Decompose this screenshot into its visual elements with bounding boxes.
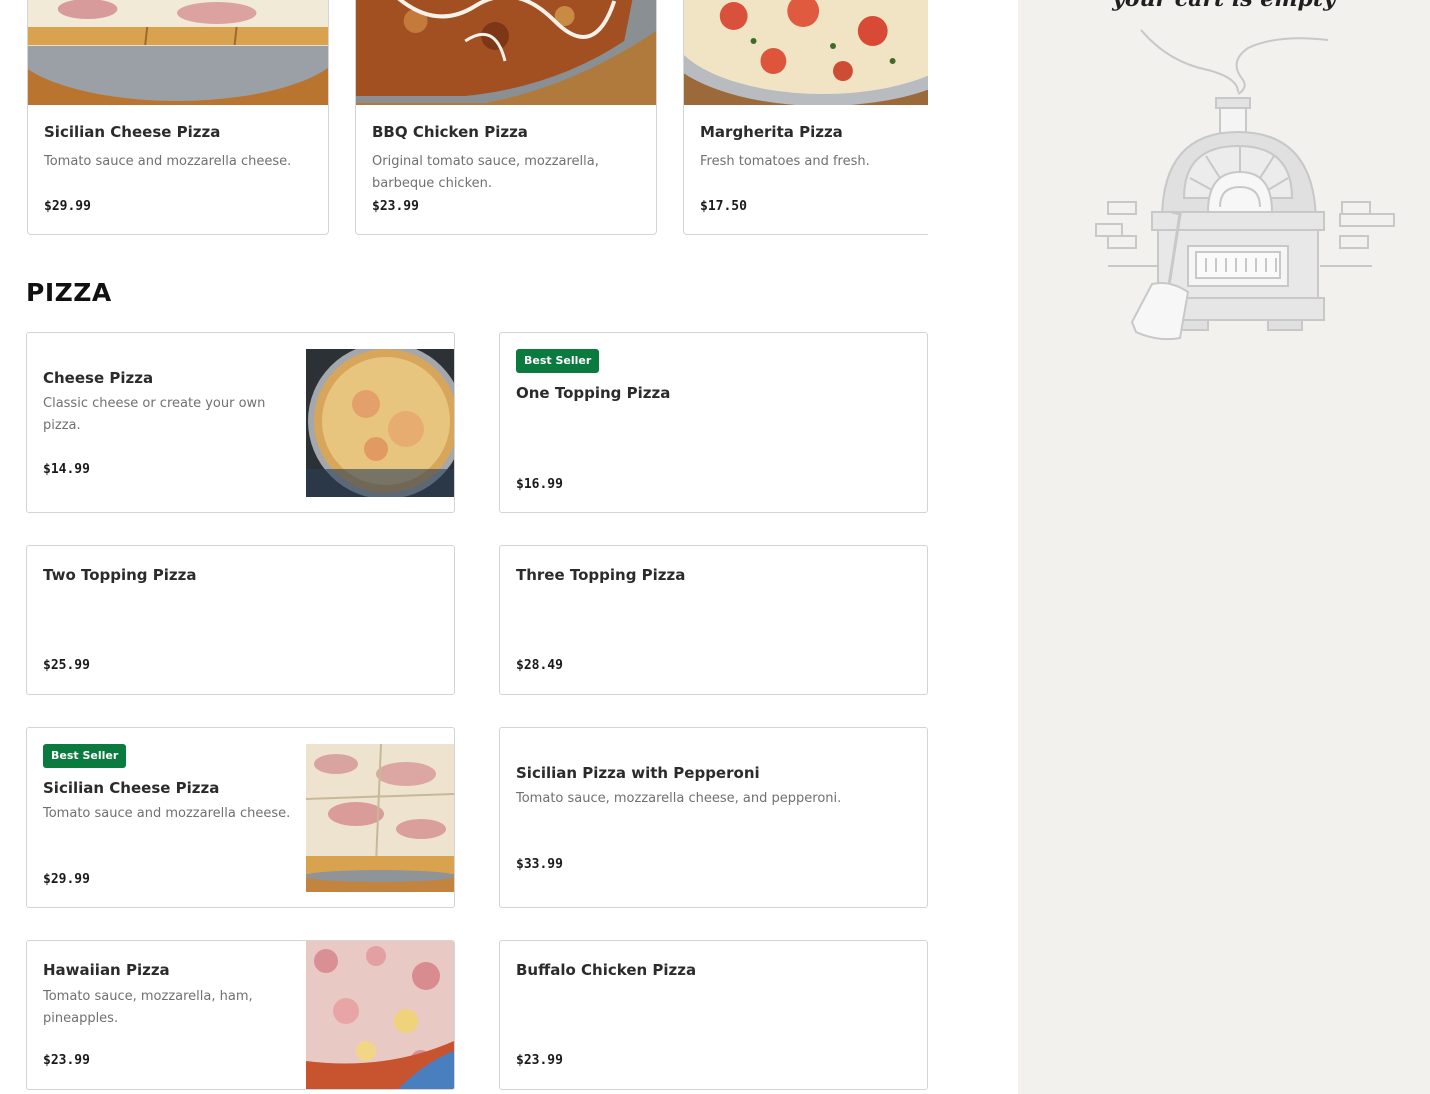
featured-carousel: Sicilian Cheese Pizza Tomato sauce and m…: [27, 0, 928, 236]
menu-item-name: Sicilian Cheese Pizza: [43, 779, 220, 797]
cart-panel: your cart is empty: [1018, 0, 1430, 1094]
menu-item-price: $28.49: [516, 658, 563, 673]
menu-item-name: Sicilian Pizza with Pepperoni: [516, 764, 760, 782]
menu-item-price: $23.99: [43, 1053, 90, 1068]
featured-item-price: $23.99: [372, 199, 419, 214]
hawaiian-pizza-photo: [306, 941, 454, 1089]
menu-item-desc: Tomato sauce, mozzarella, ham, pineapple…: [43, 989, 253, 1026]
featured-item-name: Sicilian Cheese Pizza: [44, 123, 221, 141]
featured-item-name: BBQ Chicken Pizza: [372, 123, 528, 141]
menu-item-name: Cheese Pizza: [43, 369, 154, 387]
menu-item-name: Three Topping Pizza: [516, 566, 686, 584]
menu-item-price: $29.99: [43, 872, 90, 887]
menu-item-card[interactable]: Sicilian Pizza with Pepperoni Tomato sau…: [499, 727, 928, 908]
menu-panel: Sicilian Cheese Pizza Tomato sauce and m…: [0, 0, 1018, 1094]
menu-item-card[interactable]: Buffalo Chicken Pizza $23.99: [499, 940, 928, 1090]
bbq-chicken-pizza-photo: [356, 0, 656, 105]
menu-item-price: $16.99: [516, 477, 563, 492]
menu-item-name: One Topping Pizza: [516, 384, 671, 402]
menu-item-card[interactable]: Best Seller One Topping Pizza $16.99: [499, 332, 928, 513]
menu-item-desc: Tomato sauce and mozzarella cheese.: [43, 806, 291, 821]
menu-item-price: $23.99: [516, 1053, 563, 1068]
menu-item-desc: Classic cheese or create your own pizza.: [43, 396, 266, 433]
sicilian-pizza-photo: [306, 744, 454, 892]
featured-item-card[interactable]: Sicilian Cheese Pizza Tomato sauce and m…: [27, 0, 329, 235]
menu-item-card[interactable]: Best Seller Sicilian Cheese Pizza Tomato…: [26, 727, 455, 908]
menu-item-price: $14.99: [43, 462, 90, 477]
pizza-oven-icon: [1095, 29, 1395, 341]
menu-item-card[interactable]: Three Topping Pizza $28.49: [499, 545, 928, 695]
cart-empty-text: your cart is empty: [1018, 0, 1430, 12]
featured-item-price: $29.99: [44, 199, 91, 214]
menu-item-name: Buffalo Chicken Pizza: [516, 961, 697, 979]
sicilian-pizza-photo: [28, 0, 328, 105]
menu-item-card[interactable]: Hawaiian Pizza Tomato sauce, mozzarella,…: [26, 940, 455, 1090]
menu-item-desc: Tomato sauce, mozzarella cheese, and pep…: [516, 791, 842, 806]
section-title: PIZZA: [26, 278, 112, 307]
menu-item-price: $25.99: [43, 658, 90, 673]
featured-item-desc: Fresh tomatoes and fresh.: [700, 154, 870, 169]
menu-item-card[interactable]: Two Topping Pizza $25.99: [26, 545, 455, 695]
featured-item-price: $17.50: [700, 199, 747, 214]
menu-item-name: Two Topping Pizza: [43, 566, 197, 584]
margherita-pizza-photo: [684, 0, 928, 105]
featured-item-desc: Tomato sauce and mozzarella cheese.: [44, 154, 292, 169]
best-seller-badge: Best Seller: [43, 744, 127, 768]
cheese-pizza-photo: [306, 349, 454, 497]
featured-item-name: Margherita Pizza: [700, 123, 843, 141]
menu-item-card[interactable]: Cheese Pizza Classic cheese or create yo…: [26, 332, 455, 513]
featured-item-card[interactable]: Margherita Pizza Fresh tomatoes and fres…: [683, 0, 928, 235]
menu-item-name: Hawaiian Pizza: [43, 961, 170, 979]
menu-item-price: $33.99: [516, 857, 563, 872]
best-seller-badge: Best Seller: [516, 349, 600, 373]
featured-item-desc: Original tomato sauce, mozzarella, barbe…: [372, 154, 599, 191]
featured-item-card[interactable]: BBQ Chicken Pizza Original tomato sauce,…: [355, 0, 657, 235]
